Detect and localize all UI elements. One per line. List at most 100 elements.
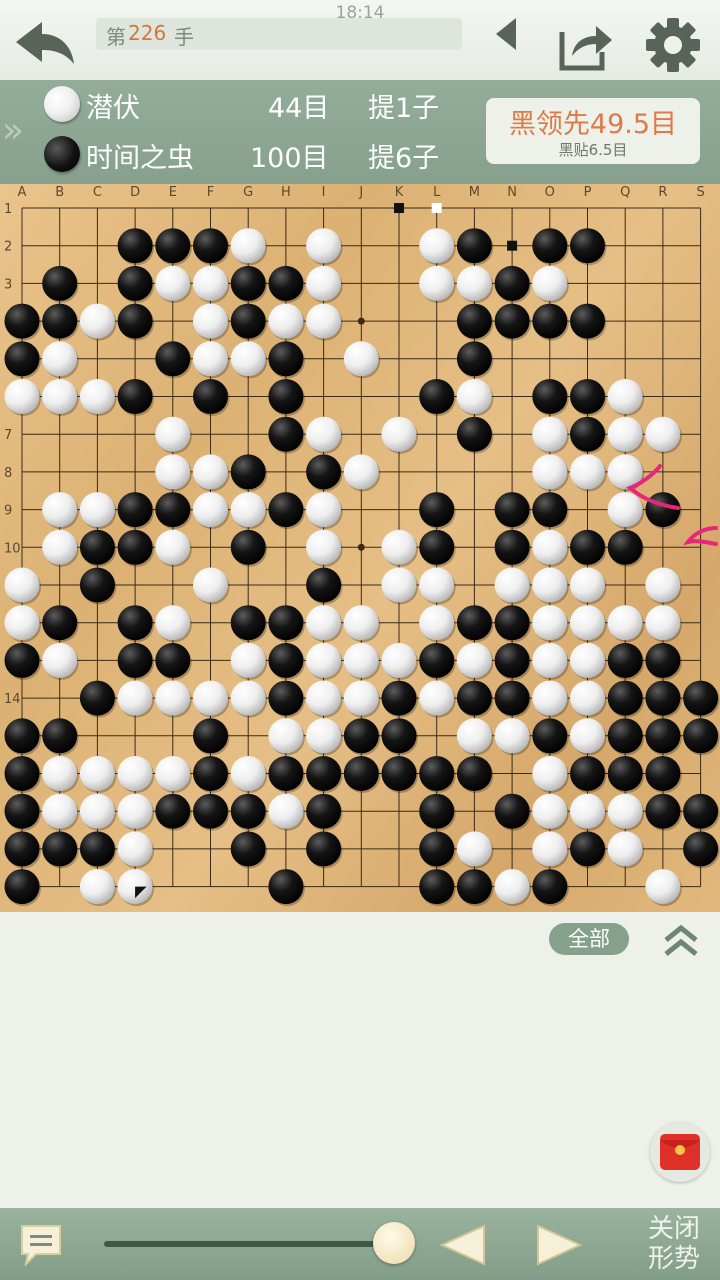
- panel-collapse-icon[interactable]: »: [2, 110, 24, 151]
- black-stone[interactable]: [79, 831, 115, 867]
- white-stone[interactable]: [155, 529, 191, 565]
- black-stone[interactable]: [381, 756, 417, 791]
- back-arrow-icon[interactable]: [12, 18, 78, 68]
- black-stone[interactable]: [494, 642, 530, 678]
- white-stone[interactable]: [381, 642, 417, 678]
- white-stone[interactable]: [155, 605, 191, 641]
- white-stone[interactable]: [570, 605, 605, 641]
- black-stone[interactable]: [456, 303, 492, 339]
- black-stone[interactable]: [494, 529, 530, 565]
- white-stone[interactable]: [570, 793, 605, 829]
- black-stone[interactable]: [268, 492, 304, 528]
- white-stone[interactable]: [230, 228, 266, 264]
- black-stone[interactable]: [268, 869, 304, 905]
- black-stone[interactable]: [79, 567, 115, 603]
- white-stone[interactable]: [117, 793, 153, 829]
- black-stone[interactable]: [645, 680, 681, 716]
- black-stone[interactable]: [193, 756, 228, 791]
- black-stone[interactable]: [683, 680, 719, 716]
- black-stone[interactable]: [456, 228, 492, 264]
- white-stone[interactable]: [532, 567, 568, 603]
- white-stone[interactable]: [381, 416, 417, 452]
- black-stone[interactable]: [230, 529, 266, 565]
- black-stone[interactable]: [419, 379, 455, 414]
- white-stone[interactable]: [306, 529, 342, 565]
- black-stone[interactable]: [419, 869, 455, 905]
- white-stone[interactable]: [306, 492, 342, 528]
- black-stone[interactable]: [607, 642, 643, 678]
- black-stone[interactable]: [42, 265, 78, 301]
- white-stone[interactable]: [494, 567, 530, 603]
- move-slider-knob[interactable]: [373, 1222, 416, 1264]
- white-stone[interactable]: [306, 642, 342, 678]
- black-stone[interactable]: [117, 228, 153, 264]
- black-stone[interactable]: [117, 492, 153, 528]
- black-stone[interactable]: [419, 492, 455, 528]
- white-stone[interactable]: [42, 492, 78, 528]
- play-previous-icon[interactable]: [492, 16, 520, 52]
- black-stone[interactable]: [117, 529, 153, 565]
- white-stone[interactable]: [532, 605, 568, 641]
- white-stone[interactable]: [306, 680, 342, 716]
- black-stone[interactable]: [4, 793, 40, 829]
- white-stone[interactable]: [343, 642, 379, 678]
- black-stone[interactable]: [42, 718, 78, 754]
- white-stone[interactable]: [645, 416, 681, 452]
- white-stone[interactable]: [79, 303, 115, 339]
- black-stone[interactable]: [306, 567, 342, 603]
- white-stone[interactable]: [306, 605, 342, 641]
- black-stone[interactable]: [494, 680, 530, 716]
- black-stone[interactable]: [456, 605, 492, 641]
- white-stone[interactable]: [42, 642, 78, 678]
- red-envelope-button[interactable]: [650, 1122, 710, 1182]
- white-stone[interactable]: [79, 756, 115, 791]
- black-stone[interactable]: [532, 718, 568, 754]
- black-stone[interactable]: [306, 831, 342, 867]
- white-stone[interactable]: [79, 869, 115, 905]
- white-stone[interactable]: [117, 680, 153, 716]
- white-stone[interactable]: [117, 831, 153, 867]
- black-stone[interactable]: [117, 642, 153, 678]
- white-stone[interactable]: [607, 379, 643, 414]
- black-stone[interactable]: [268, 756, 304, 791]
- white-stone[interactable]: [570, 680, 605, 716]
- black-stone[interactable]: [683, 718, 719, 754]
- black-stone[interactable]: [42, 831, 78, 867]
- black-stone[interactable]: [607, 529, 643, 565]
- white-stone[interactable]: [79, 379, 115, 414]
- white-stone[interactable]: [607, 492, 643, 528]
- white-stone[interactable]: [42, 529, 78, 565]
- white-stone[interactable]: [155, 756, 191, 791]
- white-stone[interactable]: [268, 718, 304, 754]
- white-stone[interactable]: [645, 605, 681, 641]
- black-stone[interactable]: [419, 756, 455, 791]
- white-stone[interactable]: [268, 793, 304, 829]
- black-stone[interactable]: [532, 228, 568, 264]
- black-stone[interactable]: [230, 831, 266, 867]
- white-stone[interactable]: [532, 529, 568, 565]
- white-stone[interactable]: [570, 718, 605, 754]
- black-stone[interactable]: [42, 303, 78, 339]
- white-stone[interactable]: [343, 680, 379, 716]
- white-stone[interactable]: [456, 718, 492, 754]
- white-stone[interactable]: [42, 379, 78, 414]
- black-stone[interactable]: [79, 529, 115, 565]
- black-stone[interactable]: [419, 642, 455, 678]
- black-stone[interactable]: [494, 605, 530, 641]
- black-stone[interactable]: [532, 492, 568, 528]
- white-stone[interactable]: [230, 642, 266, 678]
- black-stone[interactable]: [456, 756, 492, 791]
- white-stone[interactable]: [419, 265, 455, 301]
- black-stone[interactable]: [268, 416, 304, 452]
- white-stone[interactable]: [306, 303, 342, 339]
- white-stone[interactable]: [645, 869, 681, 905]
- black-stone[interactable]: [268, 605, 304, 641]
- black-stone[interactable]: [155, 228, 191, 264]
- black-stone[interactable]: [494, 303, 530, 339]
- white-stone[interactable]: [155, 454, 191, 490]
- close-analysis-button[interactable]: 关闭 形势: [634, 1214, 714, 1274]
- white-stone[interactable]: [570, 454, 605, 490]
- white-stone[interactable]: [230, 341, 266, 377]
- share-icon[interactable]: [556, 18, 614, 72]
- white-stone[interactable]: [306, 416, 342, 452]
